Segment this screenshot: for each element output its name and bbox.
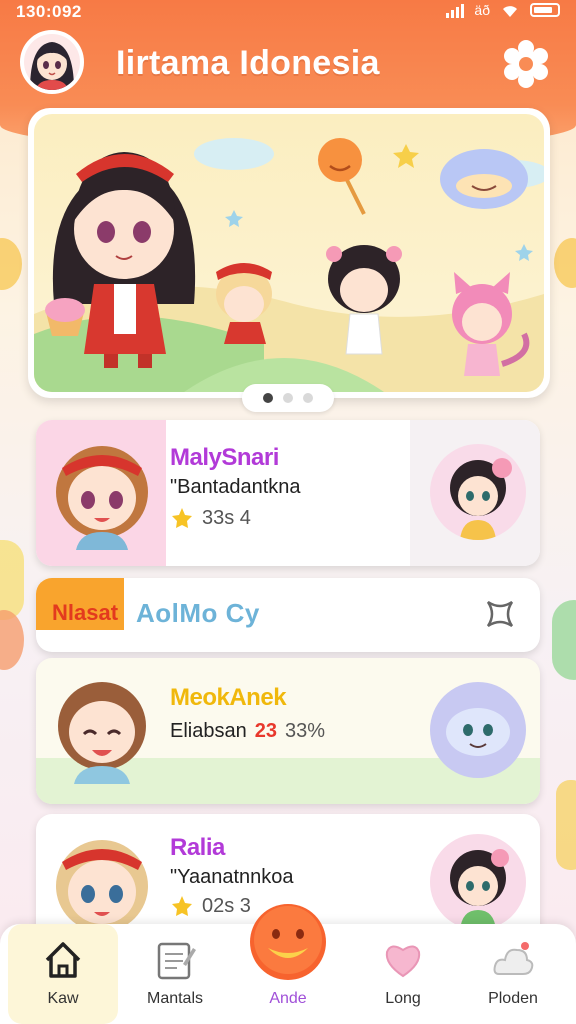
- hero-illustration: [34, 114, 544, 392]
- heart-icon: [385, 945, 421, 978]
- nav-item-ploden[interactable]: Ploden: [458, 924, 568, 1024]
- nav-label: Mantals: [146, 990, 204, 1007]
- smiley-icon: [250, 904, 326, 980]
- badge-count: 23: [254, 720, 277, 742]
- app-title: Iirtama Idonesia: [116, 44, 380, 82]
- card-rating: 02s 3: [170, 894, 251, 918]
- side-sticker-left-3: [0, 610, 24, 670]
- carousel-dot-3[interactable]: [303, 393, 313, 403]
- home-icon: [45, 942, 81, 978]
- nav-label: Ploden: [488, 990, 538, 1007]
- subtitle-text: Eliabsan: [170, 720, 247, 742]
- companion-portrait: [430, 682, 526, 778]
- nav-label-center: Ande: [269, 990, 307, 1007]
- close-icon: [486, 600, 514, 628]
- close-button[interactable]: [482, 596, 518, 632]
- rating-value: 02s 3: [202, 894, 251, 917]
- nav-item-mantals[interactable]: Mantals: [120, 924, 230, 1024]
- nav-item-long[interactable]: Long: [348, 924, 458, 1024]
- wifi-icon: [503, 6, 517, 18]
- signal-icon: [446, 2, 465, 18]
- side-sticker-left-2: [0, 540, 24, 620]
- hero-banner[interactable]: [28, 108, 550, 398]
- card-subtitle: "Yaanatnnkoa: [170, 866, 294, 888]
- side-sticker-right: [554, 238, 576, 288]
- status-icons: äð: [446, 2, 560, 18]
- carousel-indicator[interactable]: [242, 384, 334, 412]
- nav-item-home[interactable]: Kaw: [8, 924, 118, 1024]
- side-sticker-right-3: [556, 780, 576, 870]
- card-name: Ralia: [170, 834, 225, 861]
- card-subtitle: Eliabsan 23 33%: [170, 720, 325, 743]
- carousel-dot-1[interactable]: [263, 393, 273, 403]
- nav-label: Kaw: [47, 990, 79, 1007]
- battery-icon: [530, 3, 560, 17]
- settings-button[interactable]: [500, 38, 552, 90]
- companion-portrait: [430, 444, 526, 540]
- side-sticker-left: [0, 238, 22, 290]
- percent-value: 33%: [284, 720, 325, 742]
- companion-portrait: [430, 834, 526, 930]
- nav-label: Long: [385, 990, 421, 1007]
- profile-avatar[interactable]: [20, 30, 84, 94]
- card-subtitle: "Bantadantkna: [170, 476, 301, 498]
- card-rating: 33s 4: [170, 506, 251, 530]
- carrier-label: äð: [474, 2, 490, 18]
- side-sticker-right-2: [552, 600, 576, 680]
- character-card[interactable]: MeokAnek Eliabsan 23 33%: [36, 658, 540, 804]
- card-name: MeokAnek: [170, 684, 287, 711]
- character-card[interactable]: MalySnari "Bantadantkna 33s 4: [36, 420, 540, 566]
- notice-title: AolMo Cy: [136, 598, 260, 628]
- notice-tag: Nlasat: [52, 600, 119, 625]
- cloud-icon: [493, 942, 534, 975]
- notice-banner[interactable]: Nlasat AolMo Cy: [36, 578, 540, 652]
- status-bar: 130:092 äð: [0, 0, 576, 26]
- star-icon: [172, 508, 192, 528]
- center-action-button[interactable]: [248, 902, 328, 982]
- carousel-dot-2[interactable]: [283, 393, 293, 403]
- rating-value: 33s 4: [202, 506, 251, 529]
- card-name: MalySnari: [170, 444, 279, 471]
- character-portrait: [56, 446, 148, 550]
- gear-icon: [504, 40, 548, 88]
- star-icon: [172, 896, 192, 916]
- status-time: 130:092: [16, 2, 82, 21]
- character-portrait: [58, 682, 146, 784]
- notepad-icon: [157, 942, 196, 980]
